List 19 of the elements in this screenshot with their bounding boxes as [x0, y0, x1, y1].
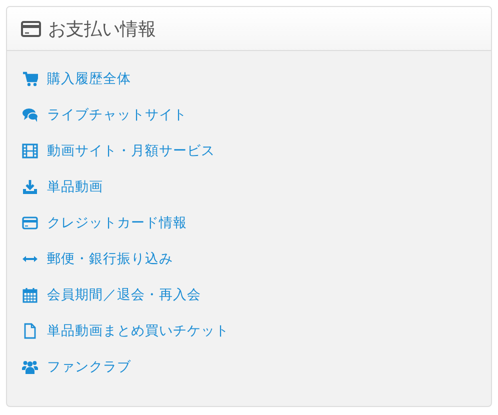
chat-bubbles-icon	[22, 107, 38, 123]
menu-link[interactable]: 郵便・銀行振り込み	[22, 241, 491, 277]
menu-link[interactable]: ファンクラブ	[22, 349, 491, 385]
menu-link[interactable]: 動画サイト・月額サービス	[22, 133, 491, 169]
menu-link[interactable]: 単品動画まとめ買いチケット	[22, 313, 491, 349]
menu-link[interactable]: ライブチャットサイト	[22, 97, 491, 133]
menu-link[interactable]: 購入履歴全体	[22, 61, 491, 97]
cart-icon	[22, 71, 38, 87]
calendar-icon	[22, 287, 38, 303]
document-icon	[22, 323, 38, 339]
credit-card-icon	[21, 20, 41, 38]
menu-link[interactable]: 単品動画	[22, 169, 491, 205]
credit-card-icon	[22, 215, 38, 231]
group-icon	[22, 359, 38, 375]
panel-title: お支払い情報	[48, 18, 156, 40]
film-icon	[22, 143, 38, 159]
download-icon	[22, 179, 38, 195]
menu-link[interactable]: クレジットカード情報	[22, 205, 491, 241]
menu-link[interactable]: 会員期間／退会・再入会	[22, 277, 491, 313]
